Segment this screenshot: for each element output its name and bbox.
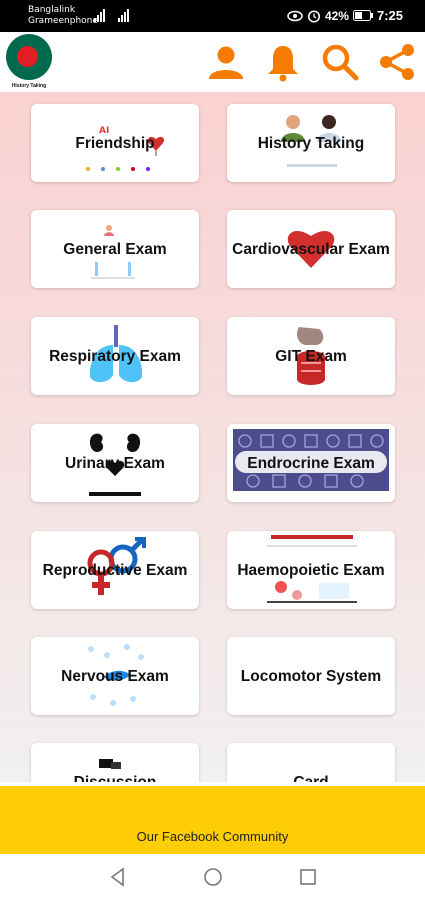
- notification-bell-icon[interactable]: [263, 42, 303, 82]
- card-haemopoietic-exam[interactable]: Haemopoietic Exam: [227, 531, 395, 609]
- profile-icon[interactable]: [206, 42, 246, 82]
- card-label: Haemopoietic Exam: [237, 562, 385, 579]
- card-history-taking[interactable]: History Taking: [227, 104, 395, 182]
- facebook-community-label: Our Facebook Community: [136, 829, 289, 844]
- card-locomotor-system[interactable]: Locomotor System: [227, 637, 395, 715]
- card-label: Cardiovascular Exam: [232, 241, 390, 258]
- alarm-icon: [307, 9, 320, 23]
- card-label: History Taking: [257, 135, 365, 152]
- card-label: Locomotor System: [240, 668, 382, 685]
- card-reproductive-exam[interactable]: Reproductive Exam: [31, 531, 199, 609]
- card-label: Reproductive Exam: [42, 562, 188, 579]
- card-label: Discussion: [31, 774, 199, 782]
- examination-figure-icon: [91, 262, 135, 279]
- card-card[interactable]: Card: [227, 743, 395, 782]
- friendship-dots-icon: [86, 167, 150, 171]
- card-label: Friendship: [75, 135, 155, 152]
- card-nervous-exam[interactable]: Nervous Exam: [31, 637, 199, 715]
- app-logo: History Taking: [4, 34, 54, 90]
- carrier-1: Banglalink: [28, 5, 76, 15]
- card-git-exam[interactable]: GIT Exam: [227, 317, 395, 395]
- card-label: Respiratory Exam: [49, 348, 181, 365]
- card-general-exam[interactable]: General Exam: [31, 210, 199, 288]
- carrier-names: Banglalink Grameenphone: [28, 5, 98, 27]
- card-label: Endrocrine Exam: [247, 455, 375, 472]
- person-icon: [104, 225, 114, 236]
- flag-dot: [17, 46, 38, 67]
- friendship-letters-icon: AI: [99, 126, 109, 134]
- battery-percent: 42%: [324, 8, 349, 23]
- search-icon[interactable]: [320, 42, 360, 82]
- battery-icon: [352, 10, 373, 21]
- card-label: GIT Exam: [275, 348, 347, 365]
- share-icon[interactable]: [377, 42, 417, 82]
- card-label: General Exam: [63, 241, 167, 258]
- facebook-community-banner[interactable]: Our Facebook Community: [0, 786, 425, 854]
- card-label: Card: [227, 774, 395, 782]
- card-label: Urinary Exam: [65, 455, 165, 472]
- back-icon[interactable]: [108, 867, 128, 887]
- system-navigation-bar: [0, 854, 425, 900]
- card-discussion[interactable]: Discussion: [31, 743, 199, 782]
- signal-icon: [94, 9, 129, 22]
- exam-grid: AI Friendship History Taking General Exa: [0, 92, 425, 782]
- card-cardiovascular-exam[interactable]: Cardiovascular Exam: [227, 210, 395, 288]
- recents-icon[interactable]: [298, 867, 318, 887]
- svg-text:AI: AI: [99, 126, 109, 134]
- clock: 7:25: [376, 8, 403, 23]
- logo-caption: History Taking: [11, 83, 47, 89]
- status-bar: Banglalink Grameenphone 42% 7:25: [0, 0, 425, 32]
- eye-icon: [287, 10, 303, 21]
- home-icon[interactable]: [203, 867, 223, 887]
- card-label: Nervous Exam: [61, 668, 169, 685]
- card-urinary-exam[interactable]: Urinary Exam: [31, 424, 199, 502]
- card-respiratory-exam[interactable]: Respiratory Exam: [31, 317, 199, 395]
- app-bar: History Taking: [0, 32, 425, 92]
- status-right: 42% 7:25: [287, 8, 403, 23]
- card-friendship[interactable]: AI Friendship: [31, 104, 199, 182]
- carrier-2: Grameenphone: [28, 16, 98, 26]
- discussion-icon: [99, 759, 121, 769]
- card-endocrine-exam[interactable]: Endrocrine Exam: [227, 424, 395, 502]
